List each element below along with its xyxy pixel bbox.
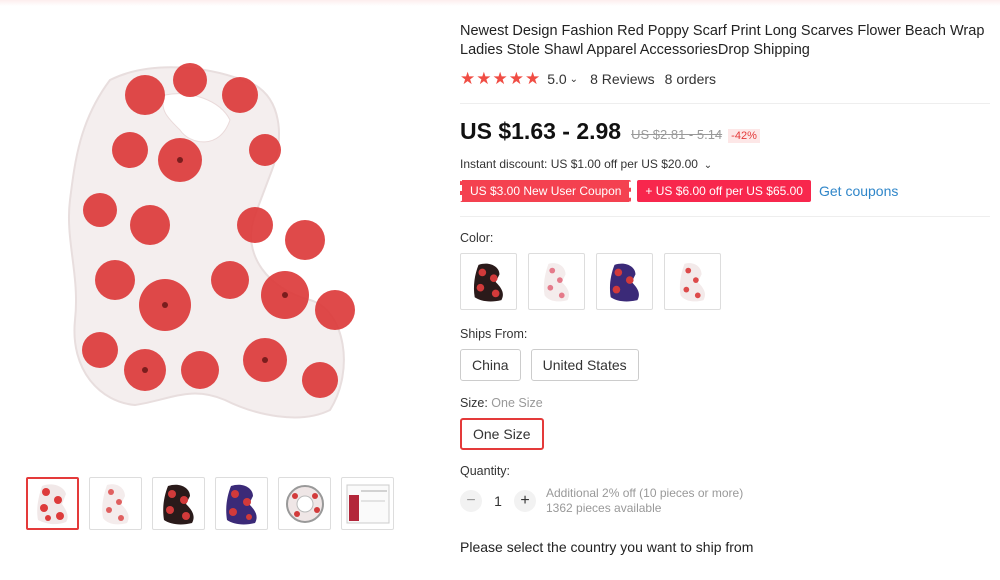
ships-from-united-states[interactable]: United States bbox=[530, 349, 639, 381]
original-price: US $2.81 - 5.14 bbox=[631, 127, 723, 142]
ship-country-prompt: Please select the country you want to sh… bbox=[460, 539, 754, 555]
size-options: One Size bbox=[460, 418, 990, 450]
reviews-link[interactable]: 8 Reviews bbox=[590, 71, 655, 87]
price-row: US $1.63 - 2.98 US $2.81 - 5.14 -42% bbox=[460, 118, 990, 145]
increase-button[interactable]: + bbox=[514, 490, 536, 512]
store-coupon[interactable]: + US $6.00 off per US $65.00 bbox=[637, 180, 811, 202]
size-selected-value: One Size bbox=[491, 396, 543, 410]
ships-from-china[interactable]: China bbox=[460, 349, 521, 381]
star-rating-icon: ★★★★★ bbox=[460, 69, 542, 88]
ships-from-options: China United States bbox=[460, 349, 990, 381]
product-gallery bbox=[0, 0, 430, 580]
thumb-image bbox=[225, 484, 257, 524]
swatch-image bbox=[473, 263, 503, 301]
discount-badge: -42% bbox=[728, 129, 760, 143]
thumbnail-strip bbox=[26, 477, 394, 530]
thumbnail-1[interactable] bbox=[26, 477, 79, 530]
bulk-discount-note: Additional 2% off (10 pieces or more) bbox=[546, 486, 744, 500]
color-swatch-purple[interactable] bbox=[596, 253, 653, 310]
thumb-image bbox=[346, 484, 389, 523]
divider bbox=[460, 216, 990, 217]
quantity-note: Additional 2% off (10 pieces or more) 13… bbox=[546, 486, 743, 516]
color-swatch-black[interactable] bbox=[460, 253, 517, 310]
quantity-input[interactable]: 1 bbox=[482, 493, 514, 509]
color-label: Color: bbox=[460, 231, 494, 245]
swatch-image bbox=[679, 262, 705, 301]
instant-discount-text: Instant discount: US $1.00 off per US $2… bbox=[460, 157, 698, 171]
thumb-image bbox=[162, 484, 194, 524]
main-product-image[interactable] bbox=[40, 40, 390, 440]
stock-available: 1362 pieces available bbox=[546, 501, 662, 515]
current-price: US $1.63 - 2.98 bbox=[460, 118, 622, 144]
size-one-size[interactable]: One Size bbox=[460, 418, 544, 450]
size-label: Size: bbox=[460, 396, 488, 410]
quantity-label: Quantity: bbox=[460, 464, 511, 478]
orders-count: 8 orders bbox=[664, 71, 717, 87]
thumb-image bbox=[101, 483, 129, 524]
coupon-row: US $3.00 New User Coupon + US $6.00 off … bbox=[460, 180, 990, 202]
color-swatch-white-pink[interactable] bbox=[528, 253, 585, 310]
instant-discount[interactable]: Instant discount: US $1.00 off per US $2… bbox=[460, 157, 990, 171]
thumbnail-2[interactable] bbox=[89, 477, 142, 530]
ships-from-label: Ships From: bbox=[460, 327, 528, 341]
get-coupons-link[interactable]: Get coupons bbox=[819, 183, 898, 199]
thumb-image bbox=[285, 484, 324, 523]
product-info: Newest Design Fashion Red Poppy Scarf Pr… bbox=[460, 22, 990, 555]
rating-row: ★★★★★ 5.0 ⌄ 8 Reviews 8 orders bbox=[460, 69, 990, 89]
rating-score[interactable]: 5.0 bbox=[547, 71, 566, 87]
thumbnail-4[interactable] bbox=[215, 477, 268, 530]
new-user-coupon[interactable]: US $3.00 New User Coupon bbox=[460, 180, 632, 202]
thumbnail-5[interactable] bbox=[278, 477, 331, 530]
chevron-down-icon: ⌄ bbox=[700, 160, 713, 171]
chevron-down-icon[interactable]: ⌄ bbox=[570, 74, 578, 85]
color-options bbox=[460, 253, 990, 310]
divider bbox=[460, 103, 990, 104]
decrease-button[interactable]: − bbox=[460, 490, 482, 512]
swatch-image bbox=[609, 263, 639, 301]
thumbnail-3[interactable] bbox=[152, 477, 205, 530]
color-swatch-white-red[interactable] bbox=[664, 253, 721, 310]
swatch-image bbox=[543, 262, 569, 301]
thumbnail-6[interactable] bbox=[341, 477, 394, 530]
size-label-row: Size: One Size bbox=[460, 396, 990, 410]
quantity-stepper: − 1 + Additional 2% off (10 pieces or mo… bbox=[460, 486, 990, 516]
product-title: Newest Design Fashion Red Poppy Scarf Pr… bbox=[460, 23, 985, 58]
thumb-image bbox=[36, 483, 68, 524]
